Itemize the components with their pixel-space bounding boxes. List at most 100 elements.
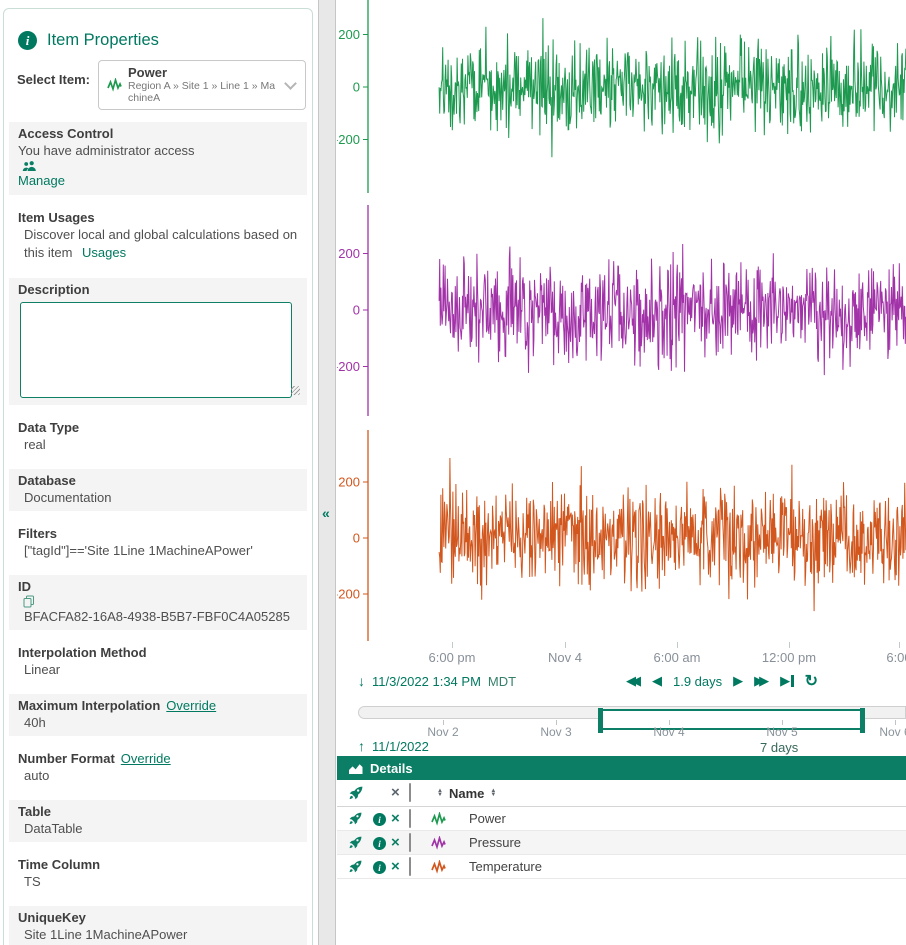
property-section: Time ColumnTS: [9, 853, 307, 895]
select-all-checkbox[interactable]: [409, 783, 411, 802]
remove-item-icon[interactable]: ×: [391, 837, 409, 849]
chart-lane-pressure[interactable]: 200 0 -200: [337, 205, 906, 416]
rocket-icon[interactable]: [349, 786, 363, 800]
property-value: DataTable: [18, 820, 298, 837]
scrubber-tick-label: Nov 6: [879, 725, 906, 739]
property-section: UniqueKeySite 1Line 1MachineAPower: [9, 906, 307, 945]
scrubber-tick-label: Nov 4: [653, 725, 684, 739]
y-axis-tick-label: 200: [338, 27, 360, 42]
row-checkbox[interactable]: [409, 857, 411, 876]
signal-icon: [107, 78, 122, 92]
step-forward-button[interactable]: ▶: [733, 673, 743, 689]
item-name[interactable]: Power: [469, 811, 506, 826]
name-column-header[interactable]: Name: [449, 786, 484, 801]
timezone-label: MDT: [488, 674, 516, 689]
step-back-fast-button[interactable]: ◀◀: [626, 673, 641, 689]
step-to-end-button[interactable]: ▶: [780, 673, 794, 689]
y-axis-tick-label: 200: [338, 246, 360, 261]
sort-name-icon[interactable]: ▲▼: [490, 789, 496, 798]
display-range-start[interactable]: ↓ 11/3/2022 1:34 PM MDT: [358, 673, 516, 689]
chart-lane-power[interactable]: 2000-200: [337, 0, 906, 193]
details-table-header: × ▲▼ Name ▲▼: [337, 780, 906, 807]
item-info-icon[interactable]: i: [373, 861, 386, 874]
step-back-button[interactable]: ◀: [652, 673, 662, 689]
scrubber-right-handle[interactable]: [860, 708, 865, 733]
scrubber-tick-label: Nov 2: [427, 725, 458, 739]
property-section: Number Format Overrideauto: [9, 747, 307, 789]
scrubber-track[interactable]: [358, 706, 906, 719]
series-line-power: [439, 18, 906, 157]
seeq-workbench: i Item Properties Select Item: Power Reg…: [0, 0, 906, 945]
investigate-range-start[interactable]: ↑ 11/1/2022: [358, 738, 429, 754]
property-value: TS: [18, 873, 298, 890]
copy-icon[interactable]: [23, 595, 35, 608]
chart-lane-temperature[interactable]: 2000-200: [337, 430, 906, 642]
manage-link[interactable]: Manage: [18, 173, 65, 188]
x-axis-tick-label: 6:00 pm: [429, 650, 476, 665]
property-value: auto: [18, 767, 298, 784]
details-title: Details: [370, 761, 413, 776]
range-duration: 1.9 days: [673, 674, 722, 689]
x-axis-tick: [565, 642, 566, 648]
usages-link[interactable]: Usages: [82, 245, 126, 260]
y-axis-tick-label: 0: [353, 303, 360, 318]
property-section: Data Typereal: [9, 416, 307, 458]
select-item-label: Select Item:: [17, 60, 90, 87]
override-link[interactable]: Override: [121, 751, 171, 766]
item-usages-label: Item Usages: [18, 209, 298, 226]
row-checkbox[interactable]: [409, 809, 411, 828]
remove-item-icon[interactable]: ×: [391, 861, 409, 873]
remove-item-icon[interactable]: ×: [391, 813, 409, 825]
property-section: Interpolation MethodLinear: [9, 641, 307, 683]
area-chart-icon: [349, 762, 363, 775]
rocket-icon[interactable]: [349, 812, 362, 825]
series-line-temperature: [439, 458, 906, 611]
rocket-icon[interactable]: [349, 860, 362, 873]
property-label-text: Data Type: [18, 420, 79, 435]
rocket-icon[interactable]: [349, 836, 362, 849]
textarea-resize-handle[interactable]: [291, 386, 300, 395]
property-value: real: [18, 436, 298, 453]
y-axis-tick-label: 0: [353, 531, 360, 546]
access-control-label: Access Control: [18, 125, 298, 142]
collapse-panel-icon[interactable]: «: [322, 505, 330, 521]
users-icon: [22, 160, 37, 172]
panel-splitter[interactable]: «: [318, 0, 336, 945]
panel-header: i Item Properties: [18, 31, 312, 50]
property-section: Maximum InterpolationOverride40h: [9, 694, 307, 736]
x-axis-tick: [899, 642, 900, 648]
time-axis: 6:00 pmNov 46:00 am12:00 pm6:00: [337, 642, 906, 670]
item-name[interactable]: Pressure: [469, 835, 521, 850]
description-input[interactable]: [20, 302, 292, 398]
override-link[interactable]: Override: [166, 698, 216, 713]
property-label: Maximum InterpolationOverride: [18, 697, 298, 714]
sort-icon[interactable]: ▲▼: [437, 789, 443, 798]
step-forward-fast-button[interactable]: ▶▶: [754, 673, 769, 689]
item-name[interactable]: Temperature: [469, 859, 542, 874]
x-axis-tick-label: 6:00: [886, 650, 906, 665]
y-axis-tick-label: -200: [337, 132, 360, 147]
scrubber-selection[interactable]: [600, 709, 863, 730]
details-table-body: i × Power i × Pressure i × Temperature: [337, 807, 906, 879]
item-info-icon[interactable]: i: [373, 837, 386, 850]
property-label: Data Type: [18, 419, 298, 436]
scrubber-left-handle[interactable]: [598, 708, 603, 733]
item-info-icon[interactable]: i: [373, 813, 386, 826]
refresh-button[interactable]: ↻: [805, 671, 818, 691]
property-label-text: Time Column: [18, 857, 100, 872]
property-value: 40h: [18, 714, 298, 731]
investigate-range-start-label: 11/1/2022: [372, 739, 429, 754]
details-row-power[interactable]: i × Power: [337, 807, 906, 831]
item-select-dropdown[interactable]: Power Region A » Site 1 » Line 1 » Machi…: [98, 60, 306, 110]
property-label-text: Table: [18, 804, 51, 819]
remove-all-icon[interactable]: ×: [391, 787, 409, 799]
property-value: Documentation: [18, 489, 298, 506]
property-section: DatabaseDocumentation: [9, 469, 307, 511]
y-axis-tick-label: -200: [337, 359, 360, 374]
range-nav-buttons: ◀◀◀1.9 days▶▶▶▶↻: [626, 671, 818, 691]
details-row-pressure[interactable]: i × Pressure: [337, 831, 906, 855]
property-label-text: Number Format: [18, 751, 115, 766]
row-checkbox[interactable]: [409, 833, 411, 852]
details-row-temperature[interactable]: i × Temperature: [337, 855, 906, 879]
property-label: Table: [18, 803, 298, 820]
